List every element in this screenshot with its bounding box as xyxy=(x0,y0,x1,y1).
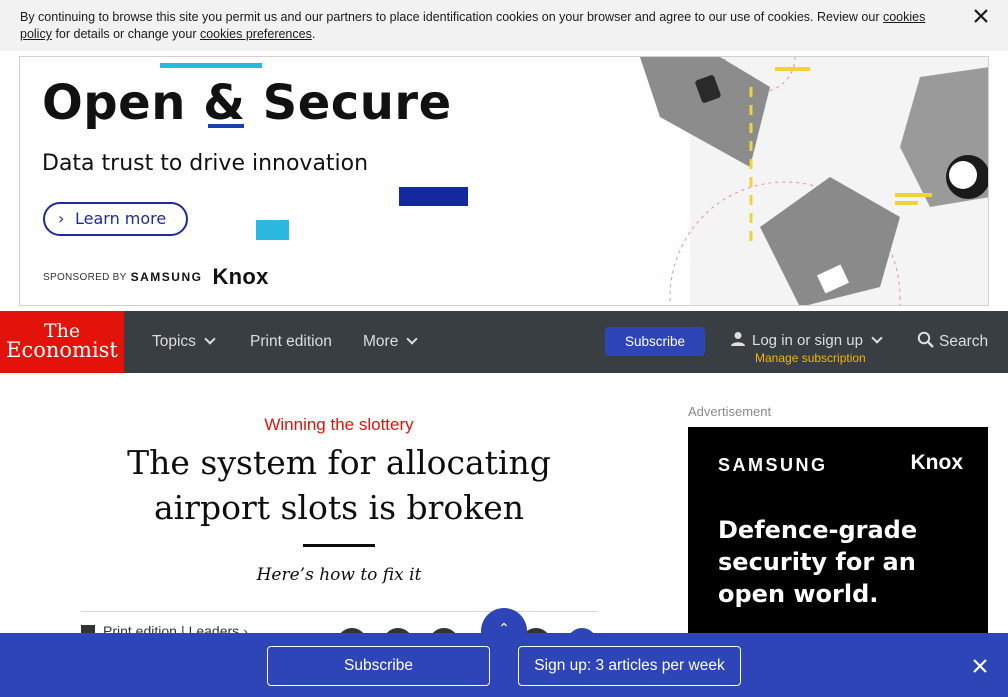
subscribe-button[interactable]: Subscribe xyxy=(605,327,705,356)
ad-subheadline: Data trust to drive innovation xyxy=(42,151,369,176)
login-label: Log in or sign up xyxy=(752,332,863,349)
cookie-banner: By continuing to browse this site you pe… xyxy=(0,0,1008,51)
signup-button[interactable]: Sign up: 3 articles per week xyxy=(518,646,741,686)
advertisement-label: Advertisement xyxy=(688,404,772,419)
ad-headline: Open & Secure xyxy=(42,75,452,131)
logo-line-2: Economist xyxy=(6,338,118,362)
person-icon xyxy=(731,332,745,346)
nav-topics[interactable]: Topics xyxy=(152,311,216,373)
section-divider xyxy=(81,611,598,612)
decor-blue-block xyxy=(399,187,468,206)
article-dek: Here’s how to fix it xyxy=(256,565,422,585)
nav-print-edition[interactable]: Print edition xyxy=(250,311,332,373)
manage-subscription-link[interactable]: Manage subscription xyxy=(755,351,866,365)
close-icon[interactable] xyxy=(972,7,990,25)
sponsored-by-label: SPONSORED BY xyxy=(43,271,127,283)
main-navigation: The Economist Topics Print edition More … xyxy=(0,311,1008,373)
cookies-preferences-link[interactable]: cookies preferences xyxy=(200,27,312,41)
search-label: Search xyxy=(939,333,989,350)
search-button[interactable]: Search xyxy=(917,311,988,373)
learn-more-button[interactable]: › Learn more xyxy=(43,202,188,236)
ad-illustration xyxy=(640,57,988,305)
economist-logo[interactable]: The Economist xyxy=(0,311,124,373)
subscription-bar: Subscribe Sign up: 3 articles per week xyxy=(0,633,1008,697)
cookie-text-2: for details or change your xyxy=(51,27,200,41)
login-menu[interactable]: Log in or sign up xyxy=(730,329,883,351)
chevron-down-icon xyxy=(406,333,418,345)
knox-logo: Knox xyxy=(910,451,964,474)
chevron-down-icon xyxy=(871,332,883,344)
samsung-logo: SAMSUNG xyxy=(130,270,203,284)
samsung-logo: SAMSUNG xyxy=(718,455,828,475)
nav-topics-label: Topics xyxy=(152,333,196,350)
learn-more-label: Learn more xyxy=(75,209,167,228)
subscribe-bar-button[interactable]: Subscribe xyxy=(267,646,490,686)
top-advertisement[interactable]: Open & Secure Data trust to drive innova… xyxy=(19,56,989,306)
cookie-text: By continuing to browse this site you pe… xyxy=(20,10,883,24)
cookie-text-3: . xyxy=(311,27,316,41)
search-icon xyxy=(917,331,934,348)
nav-more[interactable]: More xyxy=(363,311,418,373)
close-icon[interactable] xyxy=(972,658,988,674)
decor-cyan-bar xyxy=(160,63,262,68)
chevron-right-icon: › xyxy=(58,209,65,228)
sponsor-line: SPONSORED BY SAMSUNG Knox xyxy=(43,264,269,290)
ad-message: Defence-grade security for an open world… xyxy=(718,516,918,608)
headline-divider xyxy=(303,544,375,547)
chevron-down-icon xyxy=(204,333,216,345)
article-kicker: Winning the slottery xyxy=(264,415,414,434)
nav-more-label: More xyxy=(363,333,399,350)
decor-cyan-block xyxy=(256,220,289,240)
article-headline: The system for allocating airport slots … xyxy=(127,443,551,527)
knox-logo: Knox xyxy=(212,264,269,289)
decor-blue-underline xyxy=(208,124,244,128)
